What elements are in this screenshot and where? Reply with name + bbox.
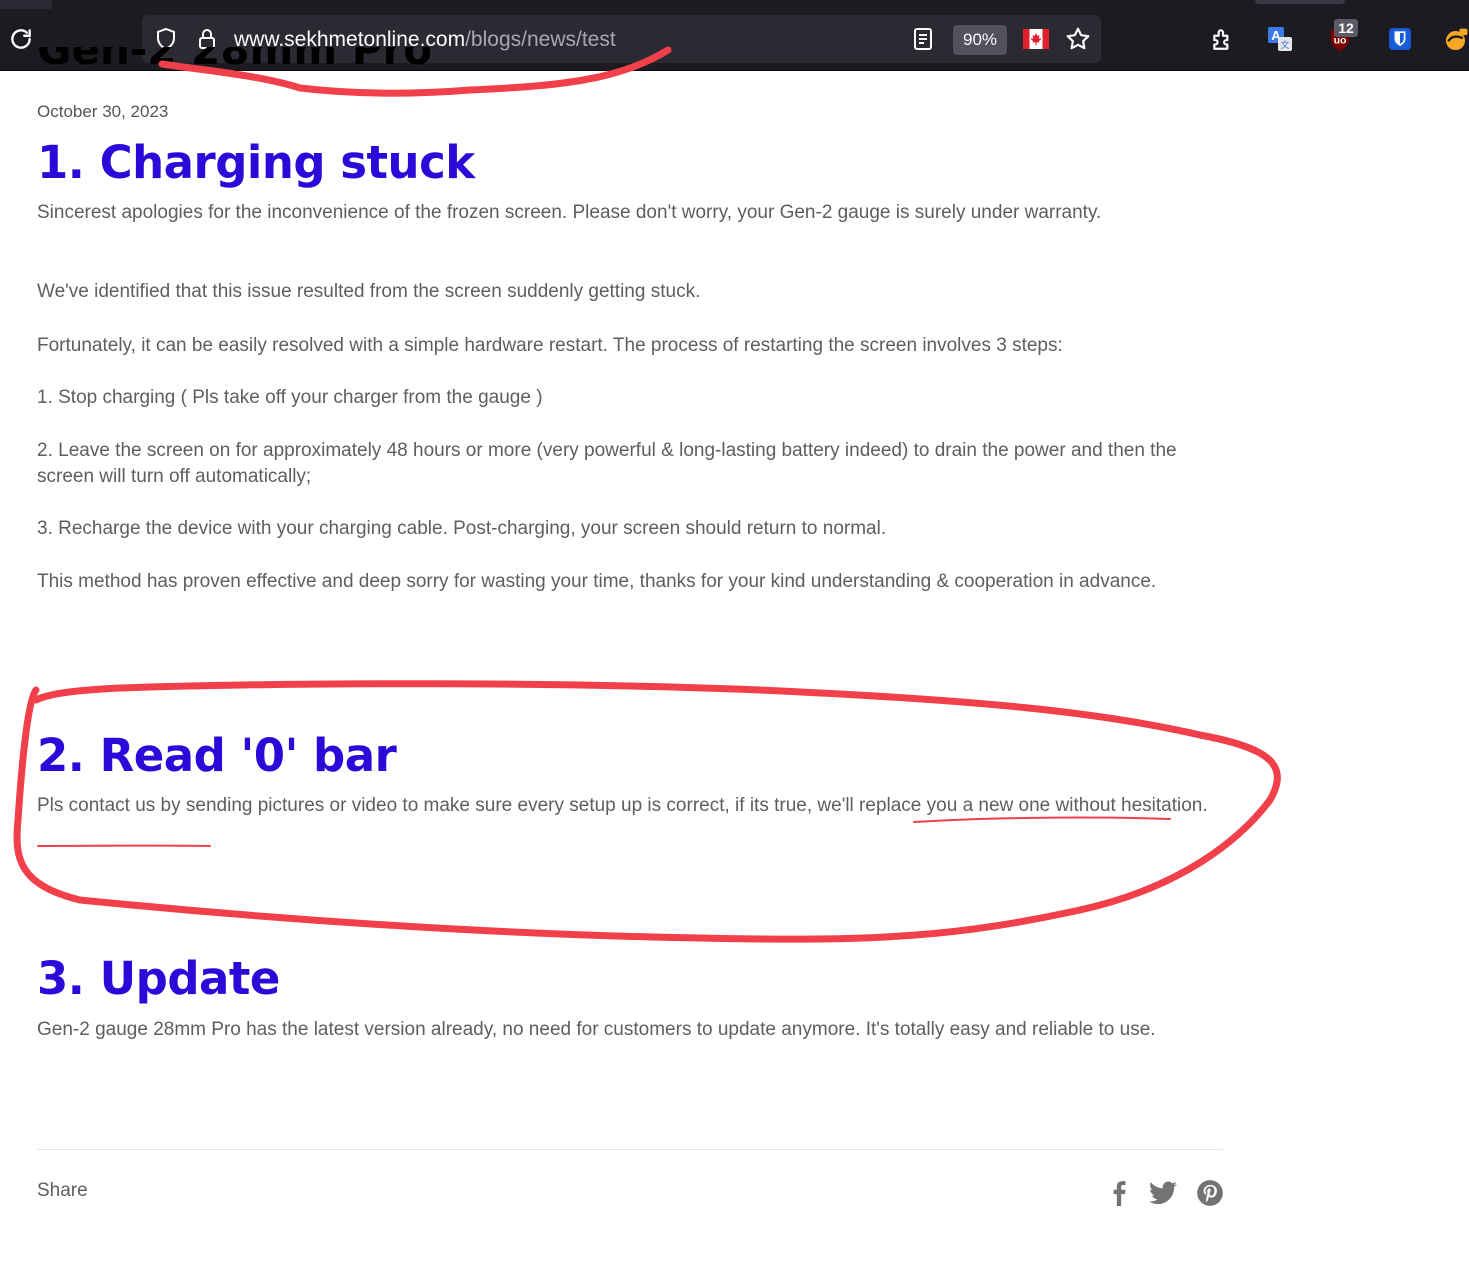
share-label: Share bbox=[37, 1180, 88, 1201]
bookmark-star-icon[interactable] bbox=[1064, 25, 1092, 53]
paragraph: Sincerest apologies for the inconvenienc… bbox=[37, 202, 1102, 223]
twitter-icon[interactable] bbox=[1148, 1178, 1178, 1208]
paragraph: 2. Leave the screen on for approximately… bbox=[37, 440, 1177, 487]
section-heading-charging-stuck: 1. Charging stuck bbox=[37, 136, 475, 189]
ublock-blocked-count-badge: 12 bbox=[1334, 19, 1358, 37]
url-path: /blogs/news/test bbox=[465, 28, 616, 51]
svg-text:文: 文 bbox=[1280, 39, 1289, 51]
paragraph-text: Pls contact us by sending pictures or vi… bbox=[37, 795, 818, 816]
tab-strip-edge bbox=[0, 0, 52, 9]
paragraph: We've identified that this issue resulte… bbox=[37, 281, 701, 302]
paragraph: 1. Stop charging ( Pls take off your cha… bbox=[37, 387, 543, 408]
zoom-level-button[interactable]: 90% bbox=[953, 25, 1007, 55]
paragraph-text: . bbox=[1202, 795, 1208, 816]
canada-flag-icon[interactable] bbox=[1022, 25, 1050, 53]
tab-strip-edge bbox=[1255, 0, 1345, 4]
reader-view-icon[interactable] bbox=[909, 25, 937, 53]
extensions-puzzle-icon[interactable] bbox=[1206, 22, 1240, 56]
paragraph: 3. Recharge the device with your chargin… bbox=[37, 518, 887, 539]
highlighted-text: we'll replace you a new one without hesi… bbox=[817, 795, 1203, 816]
paragraph: Pls contact us by sending pictures or vi… bbox=[37, 793, 1227, 819]
bitwarden-icon[interactable] bbox=[1383, 22, 1417, 56]
divider bbox=[37, 1149, 1223, 1150]
section-heading-update: 3. Update bbox=[37, 952, 280, 1005]
firefox-account-icon[interactable] bbox=[1442, 22, 1469, 56]
section-heading-read-0-bar: 2. Read '0' bar bbox=[37, 729, 397, 782]
facebook-icon[interactable] bbox=[1104, 1178, 1134, 1208]
paragraph: Fortunately, it can be easily resolved w… bbox=[37, 335, 1063, 356]
reload-icon[interactable] bbox=[6, 24, 36, 54]
pinterest-icon[interactable] bbox=[1195, 1178, 1225, 1208]
paragraph: Gen-2 gauge 28mm Pro has the latest vers… bbox=[37, 1019, 1156, 1040]
article-date: October 30, 2023 bbox=[37, 102, 169, 121]
paragraph: This method has proven effective and dee… bbox=[37, 571, 1157, 592]
annotation-overlay bbox=[13, 46, 1281, 943]
translate-icon[interactable]: A文 bbox=[1263, 22, 1297, 56]
